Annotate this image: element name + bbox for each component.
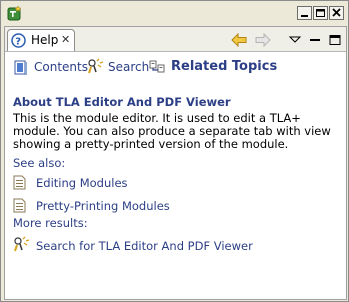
maximize-view-icon[interactable] [327, 32, 343, 46]
view-tab-bar: ? Help ✕ [5, 27, 346, 52]
search-results-link-label: Search for TLA Editor And PDF Viewer [36, 239, 253, 253]
tab-help[interactable]: ? Help ✕ [7, 29, 75, 51]
topic-page-icon [13, 198, 26, 213]
see-also-label: See also: [13, 156, 66, 170]
view-menu-icon[interactable] [287, 32, 303, 46]
svg-text:?: ? [15, 36, 21, 47]
help-window: ? Help ✕ Contents Search Related Topics … [0, 0, 349, 302]
help-nav: Contents Search Related Topics [5, 58, 346, 78]
see-also-item-pretty-printing[interactable]: Pretty-Printing Modules [13, 196, 339, 216]
see-also-item-editing[interactable]: Editing Modules [13, 173, 339, 193]
related-topics-icon [149, 60, 165, 73]
minimize-button[interactable] [297, 6, 312, 20]
search-results-item[interactable]: Search for TLA Editor And PDF Viewer [13, 236, 339, 256]
more-results-label: More results: [13, 216, 88, 230]
close-icon[interactable]: ✕ [61, 33, 70, 46]
title-bar [1, 1, 348, 25]
see-also-link-label: Editing Modules [36, 176, 128, 190]
maximize-button[interactable] [313, 6, 328, 20]
related-topics-link[interactable]: Related Topics [149, 58, 277, 78]
contents-link[interactable]: Contents [14, 58, 88, 78]
help-view: ? Help ✕ Contents Search Related Topics … [4, 26, 347, 300]
tab-label: Help [31, 33, 59, 47]
topic-page-icon [13, 175, 26, 190]
related-topics-label: Related Topics [171, 59, 278, 74]
page-title: About TLA Editor And PDF Viewer [13, 95, 231, 109]
contents-label: Contents [34, 60, 88, 74]
minimize-view-icon[interactable] [307, 32, 323, 46]
description-text: This is the module editor. It is used to… [13, 111, 331, 151]
help-icon: ? [11, 33, 26, 48]
close-button[interactable] [329, 6, 344, 20]
related-topics-content: About TLA Editor And PDF Viewer This is … [13, 95, 339, 256]
forward-arrow-icon[interactable] [255, 32, 271, 48]
search-icon [88, 58, 104, 74]
see-also-link-label: Pretty-Printing Modules [36, 199, 170, 213]
contents-icon [14, 60, 27, 75]
app-icon [7, 5, 23, 21]
search-icon [14, 236, 30, 252]
search-label: Search [108, 60, 150, 74]
search-link[interactable]: Search [87, 58, 150, 78]
back-arrow-icon[interactable] [231, 32, 247, 48]
